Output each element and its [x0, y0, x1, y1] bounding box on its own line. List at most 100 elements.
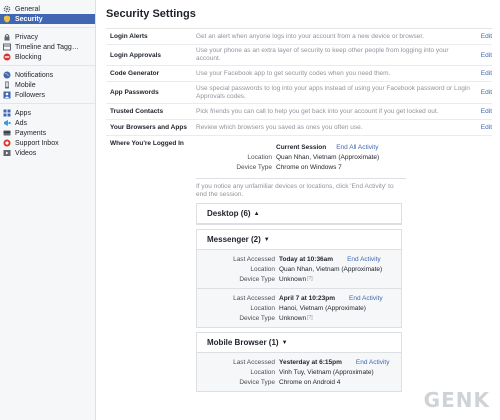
mobile-browser-panel-label: Mobile Browser (1) — [207, 338, 279, 347]
setting-description: Use special passwords to log into your a… — [196, 84, 470, 100]
setting-row-browsers-apps[interactable]: Your Browsers and Apps Review which brow… — [106, 120, 492, 136]
session-entry: Last Accessed Yesterday at 6:15pm End Ac… — [197, 353, 401, 391]
end-all-activity-link[interactable]: End All Activity — [336, 144, 378, 151]
where-logged-in-body: Current Session End All Activity Locatio… — [196, 140, 492, 396]
sidebar-group-account: General Security — [0, 4, 95, 28]
caret-down-icon: ▼ — [263, 236, 270, 243]
mobile-browser-panel-toggle[interactable]: Mobile Browser (1) ▼ — [197, 333, 401, 353]
last-accessed-value: April 7 at 10:23pm — [279, 294, 335, 302]
setting-row-code-generator[interactable]: Code Generator Use your Facebook app to … — [106, 66, 492, 82]
setting-title: Login Alerts — [110, 33, 148, 40]
current-session-header: Current Session End All Activity — [196, 142, 406, 152]
device-type-label: Device Type — [239, 378, 275, 386]
sidebar-item-privacy[interactable]: Privacy — [0, 32, 95, 42]
setting-title: Login Approvals — [110, 51, 162, 59]
setting-row-app-passwords[interactable]: App Passwords Use special passwords to l… — [106, 82, 492, 104]
edit-link[interactable]: Edit — [476, 89, 492, 96]
apps-icon — [3, 109, 11, 117]
sidebar-item-label: Security — [15, 15, 43, 23]
sidebar-item-mobile[interactable]: Mobile — [0, 80, 95, 90]
location-label: Location — [250, 265, 275, 273]
setting-row-login-approvals[interactable]: Login Approvals Use your phone as an ext… — [106, 45, 492, 66]
gear-icon — [3, 5, 11, 13]
setting-description: Pick friends you can call to help you ge… — [196, 107, 439, 115]
setting-row-trusted-contacts[interactable]: Trusted Contacts Pick friends you can ca… — [106, 104, 492, 120]
block-icon — [3, 53, 11, 61]
location-value: Quan Nhan, Vietnam (Approximate) — [279, 265, 383, 273]
end-activity-link[interactable]: End Activity — [347, 256, 381, 263]
payments-icon — [3, 129, 11, 137]
end-activity-link[interactable]: End Activity — [349, 295, 383, 302]
setting-row-login-alerts[interactable]: Login Alerts Get an alert when anyone lo… — [106, 29, 492, 45]
setting-title: App Passwords — [110, 89, 159, 96]
edit-link[interactable]: Edit — [476, 124, 492, 131]
last-accessed-value: Today at 10:36am — [279, 255, 334, 263]
edit-link[interactable]: Edit — [476, 70, 492, 77]
sidebar-item-notifications[interactable]: Notifications — [0, 70, 95, 80]
unfamiliar-devices-hint: If you notice any unfamiliar devices or … — [196, 183, 394, 198]
device-type-label: Device Type — [239, 275, 275, 283]
sidebar-item-label: Ads — [15, 119, 28, 127]
sidebar-item-payments[interactable]: Payments — [0, 128, 95, 138]
last-accessed-label: Last Accessed — [233, 255, 275, 263]
messenger-panel: Messenger (2) ▼ Last Accessed Today at 1… — [196, 229, 402, 328]
main-content: Security Settings Login Alerts Get an al… — [96, 0, 500, 420]
caret-down-icon: ▼ — [281, 339, 288, 346]
sidebar-item-ads[interactable]: Ads — [0, 118, 95, 128]
where-logged-in-section: Where You're Logged In Current Session E… — [106, 136, 492, 396]
sidebar-item-followers[interactable]: Followers — [0, 90, 95, 100]
edit-link[interactable]: Edit — [476, 108, 492, 115]
caret-up-icon: ▲ — [253, 210, 260, 217]
globe-icon — [3, 71, 11, 79]
setting-title: Code Generator — [110, 70, 160, 77]
setting-description: Use your Facebook app to get security co… — [196, 69, 391, 77]
desktop-panel-toggle[interactable]: Desktop (6) ▲ — [197, 204, 401, 224]
sidebar-item-label: Mobile — [15, 81, 36, 89]
location-label: Location — [247, 153, 272, 161]
sidebar-item-label: Support Inbox — [15, 139, 59, 147]
video-icon — [3, 149, 11, 157]
location-value: Vinh Tuy, Vietnam (Approximate) — [279, 368, 374, 376]
desktop-panel-label: Desktop (6) — [207, 209, 251, 218]
device-type-label: Device Type — [236, 163, 272, 171]
edit-link[interactable]: Edit — [476, 33, 492, 40]
help-icon[interactable]: [?] — [307, 315, 313, 321]
current-device-row: Device Type Chrome on Windows 7 — [196, 162, 406, 172]
location-value: Quan Nhan, Vietnam (Approximate) — [276, 153, 380, 161]
device-type-value: Unknown — [279, 314, 307, 322]
location-label: Location — [250, 368, 275, 376]
sidebar-group-privacy: Privacy Timeline and Tagg… Blocking — [0, 32, 95, 66]
sidebar-item-videos[interactable]: Videos — [0, 148, 95, 158]
sidebar-item-security[interactable]: Security — [0, 14, 95, 24]
sidebar-item-blocking[interactable]: Blocking — [0, 52, 95, 62]
lock-icon — [3, 33, 11, 41]
device-type-label: Device Type — [239, 314, 275, 322]
ads-icon — [3, 119, 11, 127]
setting-description: Use your phone as an extra layer of secu… — [196, 47, 449, 62]
last-accessed-label: Last Accessed — [233, 358, 275, 366]
location-label: Location — [250, 304, 275, 312]
device-type-value: Chrome on Android 4 — [279, 378, 341, 386]
mobile-browser-panel: Mobile Browser (1) ▼ Last Accessed Yeste… — [196, 332, 402, 392]
sidebar-item-support-inbox[interactable]: Support Inbox — [0, 138, 95, 148]
messenger-panel-toggle[interactable]: Messenger (2) ▼ — [197, 230, 401, 250]
sidebar-item-apps[interactable]: Apps — [0, 108, 95, 118]
help-icon[interactable]: [?] — [307, 276, 313, 282]
shield-icon — [3, 15, 11, 23]
edit-link[interactable]: Edit — [476, 52, 492, 59]
setting-description: Get an alert when anyone logs into your … — [196, 32, 424, 40]
current-session: Current Session End All Activity Locatio… — [196, 140, 406, 179]
sidebar-item-general[interactable]: General — [0, 4, 95, 14]
sidebar-item-label: Notifications — [15, 71, 54, 79]
sidebar-item-timeline[interactable]: Timeline and Tagg… — [0, 42, 95, 52]
last-accessed-value: Yesterday at 6:15pm — [279, 358, 342, 366]
setting-description: Review which browsers you saved as ones … — [196, 123, 363, 131]
last-accessed-label: Last Accessed — [233, 294, 275, 302]
sidebar-item-label: Payments — [15, 129, 47, 137]
end-activity-link[interactable]: End Activity — [356, 359, 390, 366]
sidebar-item-label: Timeline and Tagg… — [15, 43, 79, 51]
messenger-panel-label: Messenger (2) — [207, 235, 261, 244]
sidebar-item-label: Videos — [15, 149, 37, 157]
timeline-icon — [3, 43, 11, 51]
setting-title: Your Browsers and Apps — [110, 124, 187, 131]
